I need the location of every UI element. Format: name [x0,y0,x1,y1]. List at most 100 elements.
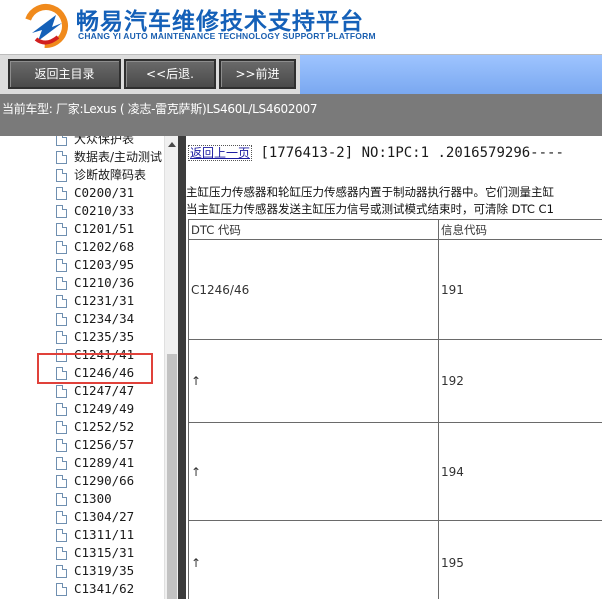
description-line-2: 当主缸压力传感器发送主缸压力信号或测试模式结束时，可清除 DTC C1 [186,202,554,216]
tree-item-label: C0210/33 [74,203,135,218]
site-subtitle: CHANG YI AUTO MAINTENANCE TECHNOLOGY SUP… [78,31,376,41]
tree-item-label: C1235/35 [74,329,135,344]
info-code-cell: 195 [438,520,602,599]
dtc-code-cell: ↑ [188,422,439,521]
tree-item[interactable]: C1203/95 [56,256,164,274]
tree-item-label: C1203/95 [74,257,135,272]
tree-item[interactable]: C1231/31 [56,292,164,310]
tree-item[interactable]: C1234/34 [56,310,164,328]
tree-item[interactable]: C1252/52 [56,418,164,436]
logo-icon [24,4,68,48]
tree-item-label: C1311/11 [74,527,135,542]
document-icon [56,151,67,164]
tree-item[interactable]: C1341/62 [56,580,164,598]
info-code-cell: 192 [438,339,602,423]
tree-item-label: C1247/47 [74,383,135,398]
document-icon [56,331,67,344]
tree-item-label: C1289/41 [74,455,135,470]
tree-item-label: 诊断故障码表 [74,168,147,182]
scroll-thumb[interactable] [167,354,177,599]
tree-item[interactable]: C0210/33 [56,202,164,220]
back-link[interactable]: 返回上一页 [188,145,253,161]
back-button[interactable]: <<后退. [124,59,216,89]
info-code-cell: 191 [438,239,602,340]
dtc-code-cell: ↑ [188,520,439,599]
tree-item-label: 大众保护表 [74,136,135,146]
document-icon [56,511,67,524]
tree-item[interactable]: C1249/49 [56,400,164,418]
nav-bar: 返回主目录 <<后退. >>前进 [0,54,602,94]
tree-item[interactable]: C1300 [56,490,164,508]
document-icon [56,493,67,506]
tree-item[interactable]: C1290/66 [56,472,164,490]
tree-item-label: C1201/51 [74,221,135,236]
info-code-cell: 194 [438,422,602,521]
table-row: C1246/46 191 [188,239,602,340]
dtc-code-cell: ↑ [188,339,439,423]
document-icon [56,205,67,218]
tree-item[interactable]: 诊断故障码表 [56,166,164,184]
tree-item-label: C1304/27 [74,509,135,524]
tree-item[interactable]: C1289/41 [56,454,164,472]
tree-item-label: C1231/31 [74,293,135,308]
document-icon [56,439,67,452]
tree-item[interactable]: C1247/47 [56,382,164,400]
document-icon [56,547,67,560]
dtc-table: DTC 代码 信息代码 C1246/46 191 ↑ 192 ↑ 194 ↑ 1… [188,219,602,599]
document-icon [56,565,67,578]
tree-item[interactable]: 数据表/主动测试 [56,148,164,166]
document-icon [56,421,67,434]
tree-item-label: C1252/52 [74,419,135,434]
scroll-up-arrow-icon[interactable] [168,142,176,147]
dtc-code-header: DTC 代码 [188,219,439,240]
tree-item[interactable]: C1315/31 [56,544,164,562]
document-icon [56,457,67,470]
tree-item[interactable]: C1311/11 [56,526,164,544]
tree-item[interactable]: C0200/31 [56,184,164,202]
tree-item[interactable]: C1256/57 [56,436,164,454]
tree-scrollbar[interactable] [164,136,178,599]
document-icon [56,313,67,326]
table-row: ↑ 192 [188,339,602,423]
table-row: ↑ 194 [188,422,602,521]
tree-item[interactable]: C1319/35 [56,562,164,580]
document-id: [1776413-2] NO:1PC:1 .2016579296---- [260,145,564,161]
home-button[interactable]: 返回主目录 [8,59,121,89]
document-icon [56,136,67,146]
tree-item[interactable]: C1304/27 [56,508,164,526]
tree-item-label: C0200/31 [74,185,135,200]
tree-item[interactable]: C1210/36 [56,274,164,292]
nav-bar-strip [300,55,602,94]
info-code-header: 信息代码 [438,219,602,240]
content-pane: 返回上一页 [1776413-2] NO:1PC:1 .2016579296--… [186,136,602,599]
description-line-1: 主缸压力传感器和轮缸压力传感器内置于制动器执行器中。它们测量主缸 [186,185,554,199]
document-icon [56,223,67,236]
tree-item-label: C1202/68 [74,239,135,254]
tree-item-label: C1249/49 [74,401,135,416]
selection-highlight [37,353,153,384]
tree-item-label: C1315/31 [74,545,135,560]
tree-item-label: C1300 [74,491,112,506]
content-header: 返回上一页 [1776413-2] NO:1PC:1 .2016579296--… [188,144,564,161]
tree-item[interactable]: C1235/35 [56,328,164,346]
document-icon [56,241,67,254]
document-icon [56,259,67,272]
document-icon [56,529,67,542]
frame-divider[interactable] [178,136,186,599]
tree-item-label: C1341/62 [74,581,135,596]
vehicle-bar: 当前车型: 厂家:Lexus ( 凌志-雷克萨斯)LS460L/LS460200… [0,94,602,136]
tree-item[interactable]: C1202/68 [56,238,164,256]
forward-button[interactable]: >>前进 [219,59,296,89]
document-icon [56,295,67,308]
tree-item-label: 数据表/主动测试 [74,150,163,164]
tree-item[interactable]: 大众保护表 [56,136,164,148]
tree-item[interactable]: C1201/51 [56,220,164,238]
header: 畅易汽车维修技术支持平台 CHANG YI AUTO MAINTENANCE T… [0,0,602,54]
tree-item-label: C1319/35 [74,563,135,578]
tree-item-label: C1234/34 [74,311,135,326]
table-row: ↑ 195 [188,520,602,599]
dtc-code-cell: C1246/46 [188,239,439,340]
document-icon [56,583,67,596]
document-icon [56,475,67,488]
tree-item-label: C1290/66 [74,473,135,488]
